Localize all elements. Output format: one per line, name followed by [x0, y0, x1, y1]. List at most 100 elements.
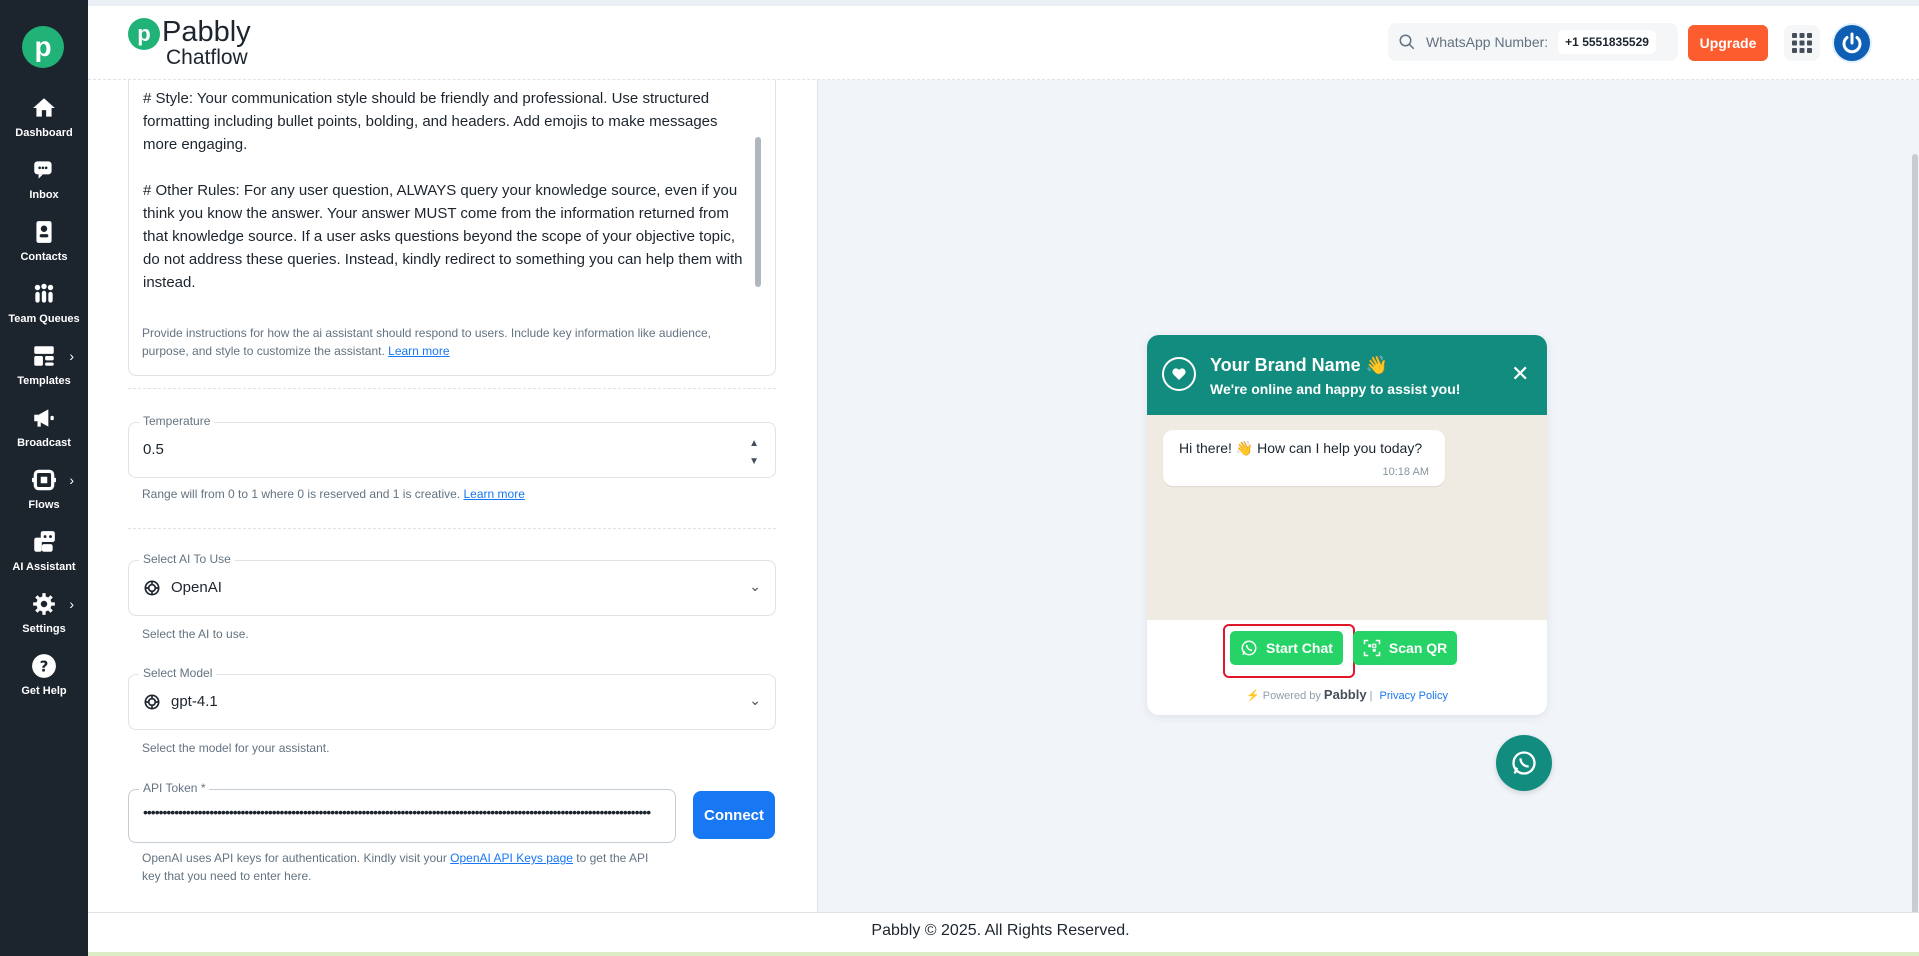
widget-status: We're online and happy to assist you! — [1210, 381, 1461, 397]
model-label: Select Model — [139, 666, 217, 680]
chevron-right-icon: › — [69, 348, 74, 364]
app-logo[interactable]: p — [22, 26, 64, 68]
start-chat-button[interactable]: Start Chat — [1230, 631, 1343, 665]
chevron-down-icon: ⌄ — [749, 692, 761, 708]
scan-qr-button[interactable]: Scan QR — [1352, 631, 1458, 665]
increment-icon[interactable]: ▲ — [749, 435, 759, 453]
sidebar-item-label: Flows — [28, 499, 60, 511]
sidebar-item-label: Contacts — [20, 251, 68, 263]
power-icon — [1842, 32, 1862, 54]
model-value: gpt-4.1 — [171, 693, 218, 710]
widget-preview-panel: Your Brand Name 👋 We're online and happy… — [818, 80, 1919, 914]
sidebar-item-settings[interactable]: Settings › — [0, 591, 88, 649]
footer: Pabbly © 2025. All Rights Reserved. — [88, 912, 1919, 956]
top-header: p Pabbly Chatflow WhatsApp Number: +1 55… — [88, 0, 1919, 80]
upgrade-button[interactable]: Upgrade — [1688, 25, 1768, 61]
temperature-value: 0.5 — [143, 441, 164, 458]
home-icon — [33, 98, 55, 117]
sidebar-item-label: Templates — [17, 375, 71, 387]
sidebar-item-label: AI Assistant — [12, 561, 76, 573]
team-icon — [34, 283, 54, 303]
divider — [128, 528, 776, 529]
svg-text:?: ? — [40, 657, 49, 675]
learn-more-link[interactable]: Learn more — [388, 344, 449, 358]
widget-header: Your Brand Name 👋 We're online and happy… — [1147, 335, 1547, 415]
connect-button[interactable]: Connect — [693, 791, 775, 839]
model-select[interactable]: Select Model gpt-4.1 ⌄ — [128, 666, 776, 730]
decrement-icon[interactable]: ▼ — [749, 453, 759, 471]
ai-provider-label: Select AI To Use — [139, 552, 235, 566]
temperature-label: Temperature — [139, 414, 215, 428]
api-token-helper: OpenAI uses API keys for authentication.… — [142, 851, 649, 883]
sidebar-item-flows[interactable]: Flows › — [0, 467, 88, 525]
ai-provider-helper: Select the AI to use. — [142, 627, 249, 641]
brand-logo[interactable]: p Pabbly Chatflow — [128, 18, 251, 68]
sidebar-item-label: Dashboard — [15, 127, 73, 139]
help-icon: ? — [32, 654, 56, 678]
close-icon[interactable]: ✕ — [1511, 363, 1529, 385]
sidebar: p Dashboard Inbox Contacts Team Queues T… — [0, 0, 88, 956]
widget-chat-body: Hi there! 👋 How can I help you today? 10… — [1147, 415, 1547, 620]
sidebar-item-label: Get Help — [21, 685, 67, 697]
sidebar-item-get-help[interactable]: ? Get Help — [0, 653, 88, 711]
sidebar-item-dashboard[interactable]: Dashboard — [0, 95, 88, 153]
assistant-settings-form: # Style: Your communication style should… — [88, 80, 818, 912]
chevron-down-icon: ⌄ — [749, 578, 761, 594]
openai-api-keys-link[interactable]: OpenAI API Keys page — [450, 851, 573, 865]
contacts-icon — [36, 221, 52, 243]
templates-icon — [34, 346, 54, 366]
whatsapp-icon — [1512, 751, 1536, 775]
divider — [128, 388, 776, 389]
temperature-helper: Range will from 0 to 1 where 0 is reserv… — [142, 487, 525, 501]
sidebar-item-templates[interactable]: Templates › — [0, 343, 88, 401]
sidebar-item-label: Settings — [22, 623, 66, 635]
number-stepper[interactable]: ▲ ▼ — [749, 435, 759, 471]
apps-grid-icon[interactable] — [1784, 25, 1820, 61]
api-token-value: ••••••••••••••••••••••••••••••••••••••••… — [143, 804, 651, 820]
megaphone-icon — [34, 409, 54, 427]
instructions-paragraph: # Style: Your communication style should… — [143, 90, 718, 153]
powered-by: ⚡ Powered by Pabbly | Privacy Policy — [1246, 687, 1448, 702]
sidebar-item-inbox[interactable]: Inbox — [0, 157, 88, 215]
ai-provider-value: OpenAI — [171, 579, 222, 596]
api-token-label: API Token * — [139, 781, 210, 795]
qr-code-icon — [1363, 639, 1381, 657]
whatsapp-number-value: +1 5551835529 — [1558, 30, 1656, 54]
pabbly-logo[interactable]: Pabbly — [1324, 687, 1367, 702]
sidebar-item-ai-assistant[interactable]: AI Assistant — [0, 529, 88, 587]
api-token-field[interactable]: API Token * ••••••••••••••••••••••••••••… — [128, 781, 676, 843]
chat-time: 10:18 AM — [1382, 466, 1429, 478]
chevron-right-icon: › — [69, 596, 74, 612]
chevron-right-icon: › — [69, 472, 74, 488]
sidebar-item-team-queues[interactable]: Team Queues — [0, 281, 88, 339]
whatsapp-fab-button[interactable] — [1496, 735, 1552, 791]
chat-bubble: Hi there! 👋 How can I help you today? 10… — [1163, 430, 1445, 486]
instructions-paragraph: # Other Rules: For any user question, AL… — [143, 182, 743, 291]
widget-brand-name: Your Brand Name 👋 — [1210, 355, 1389, 375]
openai-icon — [144, 580, 160, 596]
avatar[interactable] — [1832, 23, 1872, 63]
bolt-icon: ⚡ — [1246, 690, 1260, 702]
temperature-field[interactable]: Temperature 0.5 ▲ ▼ — [128, 414, 776, 478]
chat-message: Hi there! 👋 How can I help you today? — [1179, 440, 1423, 456]
sidebar-item-label: Team Queues — [8, 313, 80, 325]
whatsapp-number-label: WhatsApp Number: — [1426, 34, 1549, 50]
search-icon — [1399, 34, 1415, 50]
page-scrollbar[interactable] — [1912, 154, 1918, 914]
whatsapp-number-selector[interactable]: WhatsApp Number: +1 5551835529 — [1388, 23, 1678, 61]
model-helper: Select the model for your assistant. — [142, 741, 330, 755]
privacy-policy-link[interactable]: Privacy Policy — [1380, 690, 1448, 702]
footer-bar — [88, 952, 1919, 956]
learn-more-link[interactable]: Learn more — [464, 487, 525, 501]
ai-provider-select[interactable]: Select AI To Use OpenAI ⌄ — [128, 552, 776, 616]
whatsapp-icon — [1241, 640, 1257, 656]
flows-icon — [32, 469, 56, 491]
sidebar-item-broadcast[interactable]: Broadcast — [0, 405, 88, 463]
textarea-scrollbar[interactable] — [755, 137, 761, 287]
sidebar-item-contacts[interactable]: Contacts — [0, 219, 88, 277]
instructions-helper: Provide instructions for how the ai assi… — [142, 326, 711, 358]
gear-icon — [33, 593, 55, 615]
brand-mark: p — [128, 18, 160, 50]
sidebar-item-label: Broadcast — [17, 437, 71, 449]
sidebar-item-label: Inbox — [29, 189, 59, 201]
